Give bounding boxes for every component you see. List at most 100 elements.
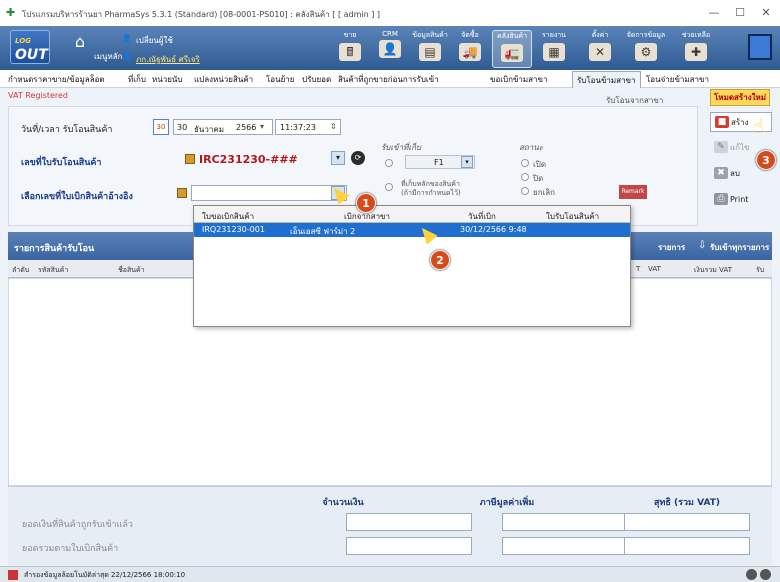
menu-sold-before-receive[interactable]: สินค้าที่ถูกขายก่อนการรับเข้า bbox=[338, 73, 439, 86]
current-user-name[interactable]: ภก.ณัฐพันธ์ ศรีเจริ bbox=[136, 53, 200, 66]
menu-storage[interactable]: ที่เก็บ bbox=[128, 73, 146, 86]
dropdown-row[interactable]: IRQ231230-001 เอ็นเอสซี ฟาร์ม่า 2 30/12/… bbox=[194, 223, 630, 237]
toolbar-product-label: ข้อมูลสินค้า bbox=[412, 31, 448, 39]
time-spinner-icon[interactable]: ⇕ bbox=[330, 122, 337, 131]
menu-move[interactable]: โอนย้าย bbox=[266, 73, 294, 86]
monitor-icon[interactable] bbox=[748, 34, 772, 60]
time-input[interactable]: 11:37:23 ⇕ bbox=[275, 119, 341, 135]
warehouse-truck-icon: 🚛 bbox=[501, 44, 523, 62]
ref-doc-label: เลือกเลขที่ใบเบิกสินค้าอ้างอิง bbox=[21, 192, 133, 202]
date-input[interactable]: 30 ธันวาคม 2566 ▾ bbox=[173, 119, 273, 135]
status-bar: สำรองข้อมูลล้อยโนมัติล่าสุด 22/12/2566 1… bbox=[0, 566, 780, 582]
toolbar-data-label: จัดการข้อมูล bbox=[626, 31, 666, 39]
toolbar-purchase[interactable]: จัดซื้อ 🚚 bbox=[450, 30, 490, 68]
ref-barcode-icon bbox=[177, 188, 187, 198]
dd-row-request-no: IRQ231230-001 bbox=[202, 225, 265, 234]
report-icon: ▦ bbox=[543, 43, 565, 61]
requested-amount-field bbox=[346, 537, 472, 555]
datetime-label: วันที่/เวลา รับโอนสินค้า bbox=[21, 125, 113, 135]
calendar-icon[interactable]: 30 bbox=[153, 119, 169, 135]
printer-icon: ⎙ bbox=[714, 193, 728, 205]
tools-icon: ✕ bbox=[589, 43, 611, 61]
store-radio-f1[interactable] bbox=[385, 159, 393, 167]
time-value: 11:37:23 bbox=[280, 123, 316, 132]
edit-icon: ✎ bbox=[714, 141, 728, 153]
col-name[interactable]: ชื่อสินค้า bbox=[118, 265, 145, 276]
receive-all-icon: ⇩ bbox=[698, 240, 707, 251]
receive-all-button[interactable]: รับเข้าทุกรายการ bbox=[710, 241, 769, 254]
date-day: 30 bbox=[177, 123, 188, 132]
menu-adjust[interactable]: ปรับยอด bbox=[302, 73, 331, 86]
toolbar-purchase-label: จัดซื้อ bbox=[461, 31, 479, 39]
status-close-radio[interactable] bbox=[521, 173, 529, 181]
menu-price-lot[interactable]: กำหนดราคาขาย/ข้อมูลล็อต bbox=[8, 73, 105, 86]
step-badge-2: 2 bbox=[430, 250, 450, 270]
logout-small-label: LOG bbox=[15, 37, 31, 45]
toolbar-settings-label: ตั้งค่า bbox=[591, 31, 609, 39]
switch-user-label[interactable]: เปลี่ยนผู้ใช้ bbox=[136, 34, 173, 47]
logout-button[interactable]: LOG OUT bbox=[10, 30, 50, 64]
list-items-button[interactable]: รายการ bbox=[658, 241, 685, 254]
toolbar-help-label: ช่วยเหลือ bbox=[681, 31, 711, 39]
toolbar-sales[interactable]: ขาย 🖩 bbox=[330, 30, 370, 68]
toolbar-sales-label: ขาย bbox=[343, 31, 357, 39]
window-title: โปรแกรมบริหารร้านยา PharmaSys 5.3.1 (Sta… bbox=[22, 10, 381, 19]
menu-issue-branch[interactable]: โอนจ่ายข้ามสาขา bbox=[646, 73, 709, 86]
menu-request-branch[interactable]: ขอเบิกข้ามสาขา bbox=[490, 73, 548, 86]
date-month: ธันวาคม bbox=[194, 125, 224, 134]
home-icon[interactable]: ⌂ bbox=[68, 32, 92, 51]
status-group-title: สถานะ bbox=[519, 143, 543, 152]
received-vat-field bbox=[502, 513, 628, 531]
remark-button[interactable]: Remark bbox=[619, 185, 647, 199]
col-code[interactable]: รหัสสินค้า bbox=[38, 265, 68, 276]
logout-label: OUT bbox=[15, 47, 48, 63]
vat-registered-label: VAT Registered bbox=[8, 91, 69, 100]
toolbar-warehouse[interactable]: คลังสินค้า 🚛 bbox=[492, 30, 532, 68]
new-mode-badge[interactable]: โหมดสร้างใหม่ bbox=[710, 89, 771, 106]
menu-receive-branch[interactable]: รับโอนข้ามสาขา bbox=[572, 71, 641, 88]
home-label[interactable]: เมนูหลัก bbox=[94, 50, 123, 63]
toolbar-help[interactable]: ช่วยเหลือ ✚ bbox=[676, 30, 716, 68]
print-button[interactable]: ⎙ Print bbox=[710, 190, 772, 210]
doc-number-value[interactable]: IRC231230-### bbox=[199, 153, 298, 166]
store-dropdown-icon[interactable]: ▾ bbox=[461, 156, 473, 168]
toolbar-product-info[interactable]: ข้อมูลสินค้า ▤ bbox=[410, 30, 450, 68]
menu-unit[interactable]: หน่วยนับ bbox=[152, 73, 182, 86]
dd-row-branch: เอ็นเอสซี ฟาร์ม่า 2 bbox=[290, 227, 356, 236]
toolbar-report[interactable]: รายงาน ▦ bbox=[534, 30, 574, 68]
store-group-title: รับเข้าที่เก็บ bbox=[381, 143, 421, 152]
backup-icon bbox=[8, 570, 18, 580]
status-cancel-label: ยกเลิก bbox=[533, 188, 556, 197]
menu-convert-unit[interactable]: แปลงหน่วยสินค้า bbox=[194, 73, 253, 86]
col-t[interactable]: T bbox=[636, 265, 640, 273]
store-radio-default[interactable] bbox=[385, 183, 393, 191]
help-icon: ✚ bbox=[685, 43, 707, 61]
toolbar-settings[interactable]: ตั้งค่า ✕ bbox=[580, 30, 620, 68]
total-net-header: สุทธิ (รวม VAT) bbox=[654, 498, 720, 508]
toolbar-crm-label: CRM bbox=[382, 30, 398, 38]
print-label: Print bbox=[730, 195, 749, 204]
doc-dropdown-icon[interactable]: ▾ bbox=[331, 151, 345, 165]
status-circle-icon-1 bbox=[746, 569, 757, 580]
status-open-radio[interactable] bbox=[521, 159, 529, 167]
ref-doc-select[interactable] bbox=[191, 185, 347, 201]
truck-icon: 🚚 bbox=[459, 43, 481, 61]
close-button[interactable]: ✕ bbox=[758, 5, 774, 21]
maximize-button[interactable]: ☐ bbox=[732, 5, 748, 21]
status-open-label: เปิด bbox=[533, 160, 547, 169]
toolbar-crm[interactable]: CRM 👤 bbox=[370, 30, 410, 68]
toolbar-data-management[interactable]: จัดการข้อมูล ⚙ bbox=[626, 30, 666, 68]
refresh-icon[interactable]: ⟳ bbox=[351, 151, 365, 165]
col-total-vat[interactable]: เงินรวม VAT bbox=[694, 265, 732, 276]
barcode-icon bbox=[185, 154, 195, 164]
ref-doc-dropdown[interactable]: ใบขอเบิกสินค้า เบิกจากสาขา วันที่เบิก ใบ… bbox=[193, 205, 631, 327]
col-seq[interactable]: ลำดับ bbox=[12, 265, 29, 276]
status-cancel-radio[interactable] bbox=[521, 187, 529, 195]
trash-icon: ✖ bbox=[714, 167, 728, 179]
date-year: 2566 bbox=[236, 123, 257, 132]
col-vat[interactable]: VAT bbox=[648, 265, 661, 273]
col-receive[interactable]: รับ bbox=[756, 265, 764, 276]
date-dropdown-icon[interactable]: ▾ bbox=[260, 122, 264, 131]
minimize-button[interactable]: — bbox=[706, 5, 722, 21]
product-icon: ▤ bbox=[419, 43, 441, 61]
